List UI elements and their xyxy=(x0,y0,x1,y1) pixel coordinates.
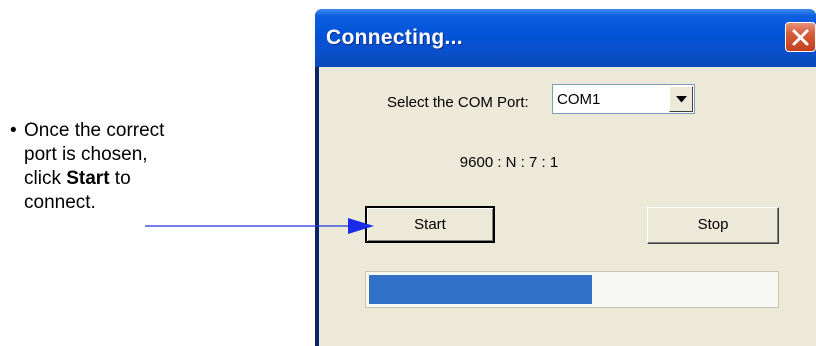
title-bar[interactable]: Connecting... xyxy=(315,9,816,67)
close-button[interactable] xyxy=(785,22,816,52)
dialog-client-area: Select the COM Port: COM1 9600 : N : 7 :… xyxy=(319,67,816,346)
serial-settings-text: 9600 : N : 7 : 1 xyxy=(459,154,559,171)
com-port-value: COM1 xyxy=(557,91,601,108)
stop-button[interactable]: Stop xyxy=(647,207,779,244)
callout-line-1: • Once the correct xyxy=(10,120,165,141)
close-x-icon xyxy=(792,29,809,46)
start-button[interactable]: Start xyxy=(365,206,495,243)
connecting-dialog: Connecting... Select the COM Port: COM1 … xyxy=(315,9,816,346)
bullet-icon: • xyxy=(10,120,17,141)
connection-progress-bar xyxy=(365,271,779,308)
com-port-label: Select the COM Port: xyxy=(387,94,529,111)
dialog-title: Connecting... xyxy=(326,26,463,49)
com-port-select[interactable]: COM1 xyxy=(552,84,695,114)
callout-start-emphasis: Start xyxy=(66,168,110,189)
callout-text: • Once the correct port is chosen, click … xyxy=(10,119,240,215)
callout-line-3: click Start to xyxy=(24,168,131,189)
com-port-dropdown-button[interactable] xyxy=(669,86,693,112)
progress-fill xyxy=(369,275,592,304)
callout-line-2: port is chosen, xyxy=(24,144,148,165)
callout-line-4: connect. xyxy=(24,192,96,213)
chevron-down-icon xyxy=(676,96,687,103)
